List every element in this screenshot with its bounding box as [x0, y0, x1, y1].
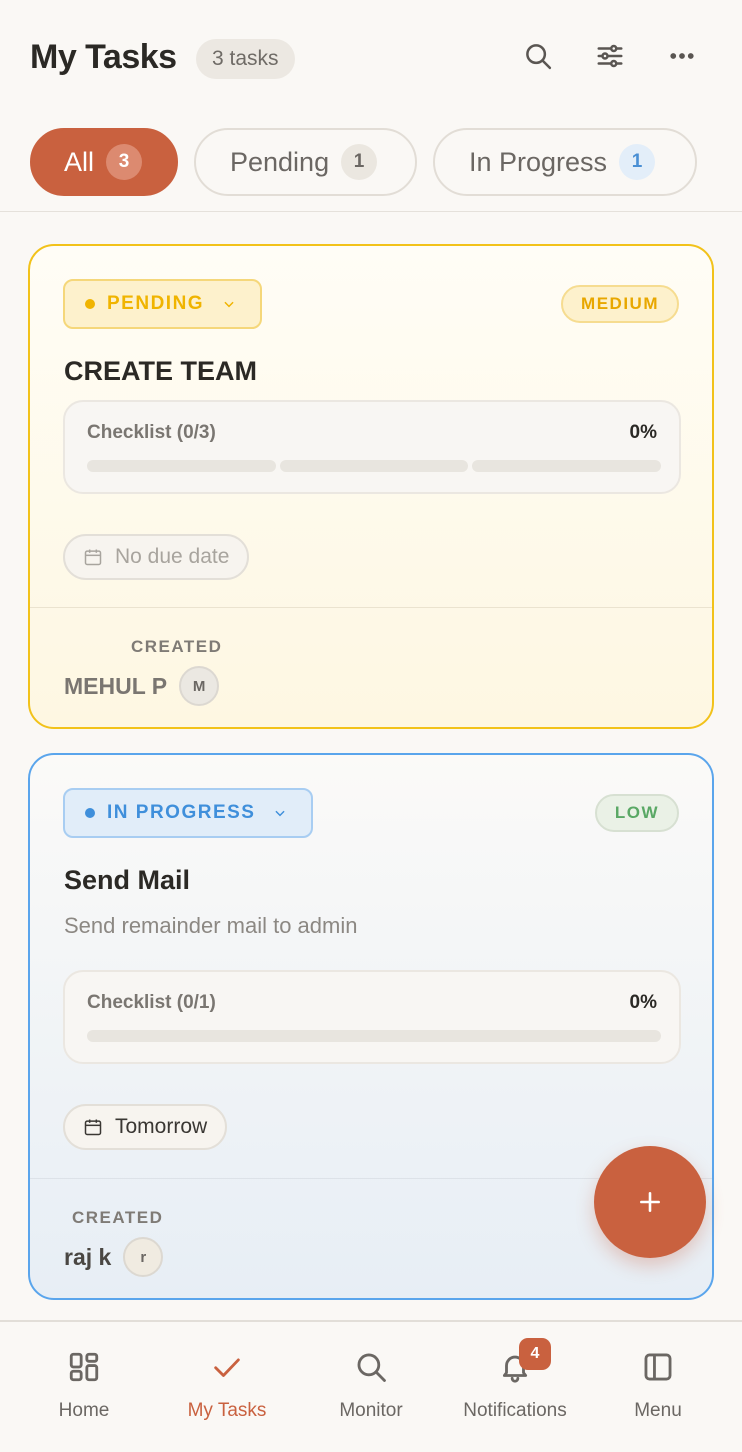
search-button[interactable]: [518, 36, 558, 76]
header: My Tasks 3 tasks All 3 Pending 1 In Prog…: [0, 0, 742, 212]
nav-home[interactable]: Home: [24, 1322, 144, 1452]
checklist-progress-bar: [87, 1030, 661, 1042]
chevron-down-icon: [224, 301, 234, 308]
priority-badge: LOW: [594, 794, 679, 832]
check-icon: [214, 1358, 240, 1377]
nav-label: Home: [58, 1400, 110, 1421]
tab-all[interactable]: All 3: [30, 128, 178, 196]
created-label: CREATED: [131, 637, 223, 656]
tab-count: 1: [341, 144, 378, 180]
card-divider: [30, 607, 712, 608]
creator-name: raj k: [64, 1243, 112, 1270]
status-label: PENDING: [107, 293, 205, 314]
checklist-box[interactable]: Checklist (0/3) 0%: [63, 400, 681, 494]
due-date-chip[interactable]: Tomorrow: [63, 1104, 228, 1150]
progress-segment: [87, 460, 276, 472]
calendar-icon: [84, 1119, 102, 1136]
nav-label: Menu: [634, 1400, 682, 1421]
creator: raj k r: [64, 1237, 164, 1277]
avatar: r: [123, 1237, 164, 1277]
checklist-progress-bar: [87, 460, 662, 472]
created-label: CREATED: [72, 1208, 164, 1227]
checklist-label: Checklist (0/1): [87, 992, 216, 1013]
filter-button[interactable]: [590, 36, 630, 76]
nav-menu[interactable]: Menu: [598, 1322, 718, 1452]
nav-my-tasks[interactable]: My Tasks: [167, 1322, 287, 1452]
search-icon: [526, 44, 552, 70]
creator-name: MEHUL P: [64, 672, 168, 699]
calendar-icon: [84, 549, 102, 566]
tab-label: In Progress: [469, 146, 608, 177]
tab-label: Pending: [230, 146, 330, 177]
tab-label: All: [64, 146, 95, 177]
nav-monitor[interactable]: Monitor: [311, 1322, 431, 1452]
filter-tabs: All 3 Pending 1 In Progress 1: [30, 128, 697, 196]
status-dropdown[interactable]: IN PROGRESS: [63, 788, 314, 838]
priority-badge: MEDIUM: [561, 285, 679, 323]
task-title: Send Mail: [64, 865, 191, 895]
checklist-box[interactable]: Checklist (0/1) 0%: [63, 970, 681, 1064]
filter-sliders-icon: [597, 44, 623, 68]
tab-pending[interactable]: Pending 1: [194, 128, 417, 196]
due-date-label: No due date: [115, 545, 230, 568]
progress-segment: [87, 1030, 661, 1042]
checklist-percent: 0%: [629, 992, 657, 1013]
nav-notifications[interactable]: 4 Notifications: [445, 1322, 585, 1452]
tab-count: 1: [619, 144, 656, 180]
nav-label: Monitor: [339, 1400, 403, 1421]
bottom-nav: Home My Tasks Monitor 4 Notifications Me…: [0, 1320, 742, 1452]
progress-segment: [279, 460, 469, 472]
nav-label: Notifications: [463, 1400, 567, 1421]
plus-icon: [640, 1192, 660, 1212]
home-grid-icon: [69, 1352, 99, 1382]
due-date-label: Tomorrow: [115, 1115, 208, 1138]
due-date-chip[interactable]: No due date: [63, 534, 250, 580]
more-options-button[interactable]: [662, 36, 702, 76]
checklist-percent: 0%: [629, 422, 657, 443]
checklist-label: Checklist (0/3): [87, 422, 216, 443]
sidebar-panel-icon: [644, 1353, 672, 1381]
add-task-button[interactable]: [594, 1146, 706, 1258]
task-description: Send remainder mail to admin: [64, 913, 358, 938]
nav-label: My Tasks: [187, 1400, 267, 1421]
task-card[interactable]: PENDING MEDIUM CREATE TEAM Checklist (0/…: [28, 244, 714, 729]
chevron-down-icon: [275, 810, 286, 817]
search-icon: [357, 1353, 386, 1382]
status-label: IN PROGRESS: [107, 802, 256, 823]
status-dropdown[interactable]: PENDING: [63, 279, 263, 329]
status-dot: [85, 808, 95, 818]
task-count-badge: 3 tasks: [196, 39, 295, 79]
tab-in-progress[interactable]: In Progress 1: [433, 128, 697, 196]
task-title: CREATE TEAM: [64, 356, 257, 386]
avatar: M: [179, 666, 220, 706]
progress-segment: [472, 460, 662, 472]
creator: MEHUL P M: [64, 666, 220, 706]
notification-count-badge: 4: [519, 1338, 551, 1370]
page-title: My Tasks: [30, 38, 177, 76]
status-dot: [85, 299, 95, 309]
tab-count: 3: [106, 144, 143, 180]
more-horizontal-icon: [670, 53, 694, 59]
